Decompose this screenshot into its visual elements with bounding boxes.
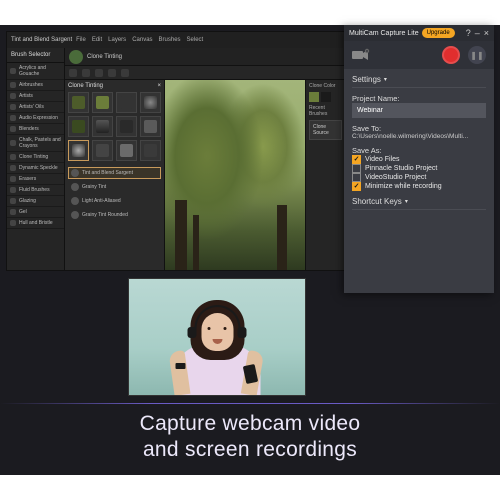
category-item[interactable]: Gel [7,207,64,218]
tool-icon[interactable] [121,69,129,77]
settings-section-header[interactable]: Settings ▾ [352,75,486,88]
opt-video-files[interactable]: ✓ Video Files [352,155,486,164]
brush-variant[interactable] [92,92,113,113]
chevron-down-icon: ▾ [384,76,387,83]
rail-header: Brush Selector [7,48,64,63]
art-title: Tint and Blend Sargent [11,37,72,43]
brush-category-rail: Brush Selector Acrylics and Gouache Airb… [7,48,65,270]
close-icon[interactable]: × [484,28,489,38]
caption-line: Capture webcam video [0,411,500,437]
recent-brushes-label: Recent Brushes [309,105,342,117]
capture-toolbar: ❚❚ [344,41,494,69]
help-icon[interactable]: ? [466,28,471,38]
save-to-label: Save To: [352,124,486,133]
shortcut-keys-header[interactable]: Shortcut Keys ▾ [352,197,486,210]
category-item[interactable]: Airbrushes [7,80,64,91]
brush-variant[interactable] [92,140,113,161]
panel-title: Clone Tinting [68,83,103,89]
pause-button[interactable]: ❚❚ [468,46,486,64]
project-name-label: Project Name: [352,94,486,103]
category-item[interactable]: Dynamic Speckle [7,163,64,174]
tool-icon[interactable] [82,69,90,77]
tool-icon[interactable] [108,69,116,77]
device-settings-icon[interactable] [352,48,372,62]
checkbox-icon: ✓ [352,155,361,164]
brush-variant-panel: Clone Tinting × [65,80,165,270]
opt-minimize[interactable]: ✓ Minimize while recording [352,182,486,191]
save-as-label: Save As: [352,146,486,155]
brush-variant[interactable] [68,116,89,137]
current-brush-chip[interactable] [69,50,83,64]
category-item[interactable]: Blenders [7,124,64,135]
clone-source-box: Clone Source [309,120,342,140]
close-icon[interactable]: × [157,83,161,89]
menu-edit[interactable]: Edit [92,37,102,43]
checkbox-icon: ✓ [352,182,361,191]
marketing-caption: Capture webcam video and screen recordin… [0,411,500,464]
save-to-path[interactable]: C:\Users\noelle.wilmering\Videos\Multi..… [352,133,486,140]
brush-variant[interactable] [140,140,161,161]
tool-options-row [65,66,345,80]
webcam-preview [128,278,306,396]
category-item[interactable]: Chalk, Pastels and Crayons [7,135,64,152]
tool-icon[interactable] [69,69,77,77]
canvas-content [175,200,187,270]
category-item[interactable]: Clone Tinting [7,152,64,163]
category-item[interactable]: Acrylics and Gouache [7,63,64,80]
checkbox-icon [352,164,361,173]
canvas[interactable] [165,80,305,270]
chevron-down-icon: ▾ [405,198,408,205]
color-swatch[interactable] [309,92,319,102]
tool-icon[interactable] [95,69,103,77]
category-item[interactable]: Audio Expression [7,113,64,124]
brush-variant-row[interactable]: Grainy Tint Rounded [68,209,161,221]
project-name-input[interactable] [352,103,486,118]
brush-variant[interactable] [116,92,137,113]
canvas-content [193,215,199,270]
menu-layers[interactable]: Layers [108,37,126,43]
brush-variant[interactable] [68,92,89,113]
app-title: MultiCam Capture Lite [349,30,419,37]
category-item[interactable]: Artists [7,91,64,102]
divider [0,403,500,404]
menu-canvas[interactable]: Canvas [132,37,152,43]
brush-variant[interactable] [68,140,89,161]
brush-variant-row[interactable]: Light Anti-Aliased [68,195,161,207]
category-item[interactable]: Hull and Bristle [7,218,64,229]
capture-titlebar: MultiCam Capture Lite Upgrade ? – × [344,25,494,41]
canvas-content [277,205,287,270]
color-swatch[interactable] [321,92,331,102]
clone-color-label: Clone Color [309,83,342,89]
toolbar-row: Clone Tinting [65,48,345,66]
capture-panel: MultiCam Capture Lite Upgrade ? – × ❚❚ [344,25,494,293]
category-item[interactable]: Artists' Oils [7,102,64,113]
brush-variant[interactable] [140,116,161,137]
brush-variant[interactable] [116,140,137,161]
art-titlebar: Tint and Blend Sargent File Edit Layers … [7,32,345,48]
brush-variant-row[interactable]: Tint and Blend Sargent [68,167,161,179]
opt-pinnacle[interactable]: Pinnacle Studio Project [352,164,486,173]
person-graphic [170,297,265,395]
upgrade-button[interactable]: Upgrade [422,28,455,38]
brush-variant-row[interactable]: Grainy Tint [68,181,161,193]
brush-variant[interactable] [116,116,137,137]
caption-line: and screen recordings [0,437,500,463]
brush-category-label: Clone Tinting [87,54,122,60]
category-item[interactable]: Erasers [7,174,64,185]
category-item[interactable]: Fluid Brushes [7,185,64,196]
record-button[interactable] [442,46,460,64]
opt-videostudio[interactable]: VideoStudio Project [352,173,486,182]
minimize-icon[interactable]: – [475,28,480,38]
right-docker: Clone Color Recent Brushes Clone Source [305,80,345,270]
menu-file[interactable]: File [76,37,86,43]
category-item[interactable]: Glazing [7,196,64,207]
menu-select[interactable]: Select [187,37,204,43]
brush-variant[interactable] [140,92,161,113]
checkbox-icon [352,173,361,182]
art-app-window: Tint and Blend Sargent File Edit Layers … [6,31,346,271]
menu-brushes[interactable]: Brushes [159,37,181,43]
brush-variant[interactable] [92,116,113,137]
